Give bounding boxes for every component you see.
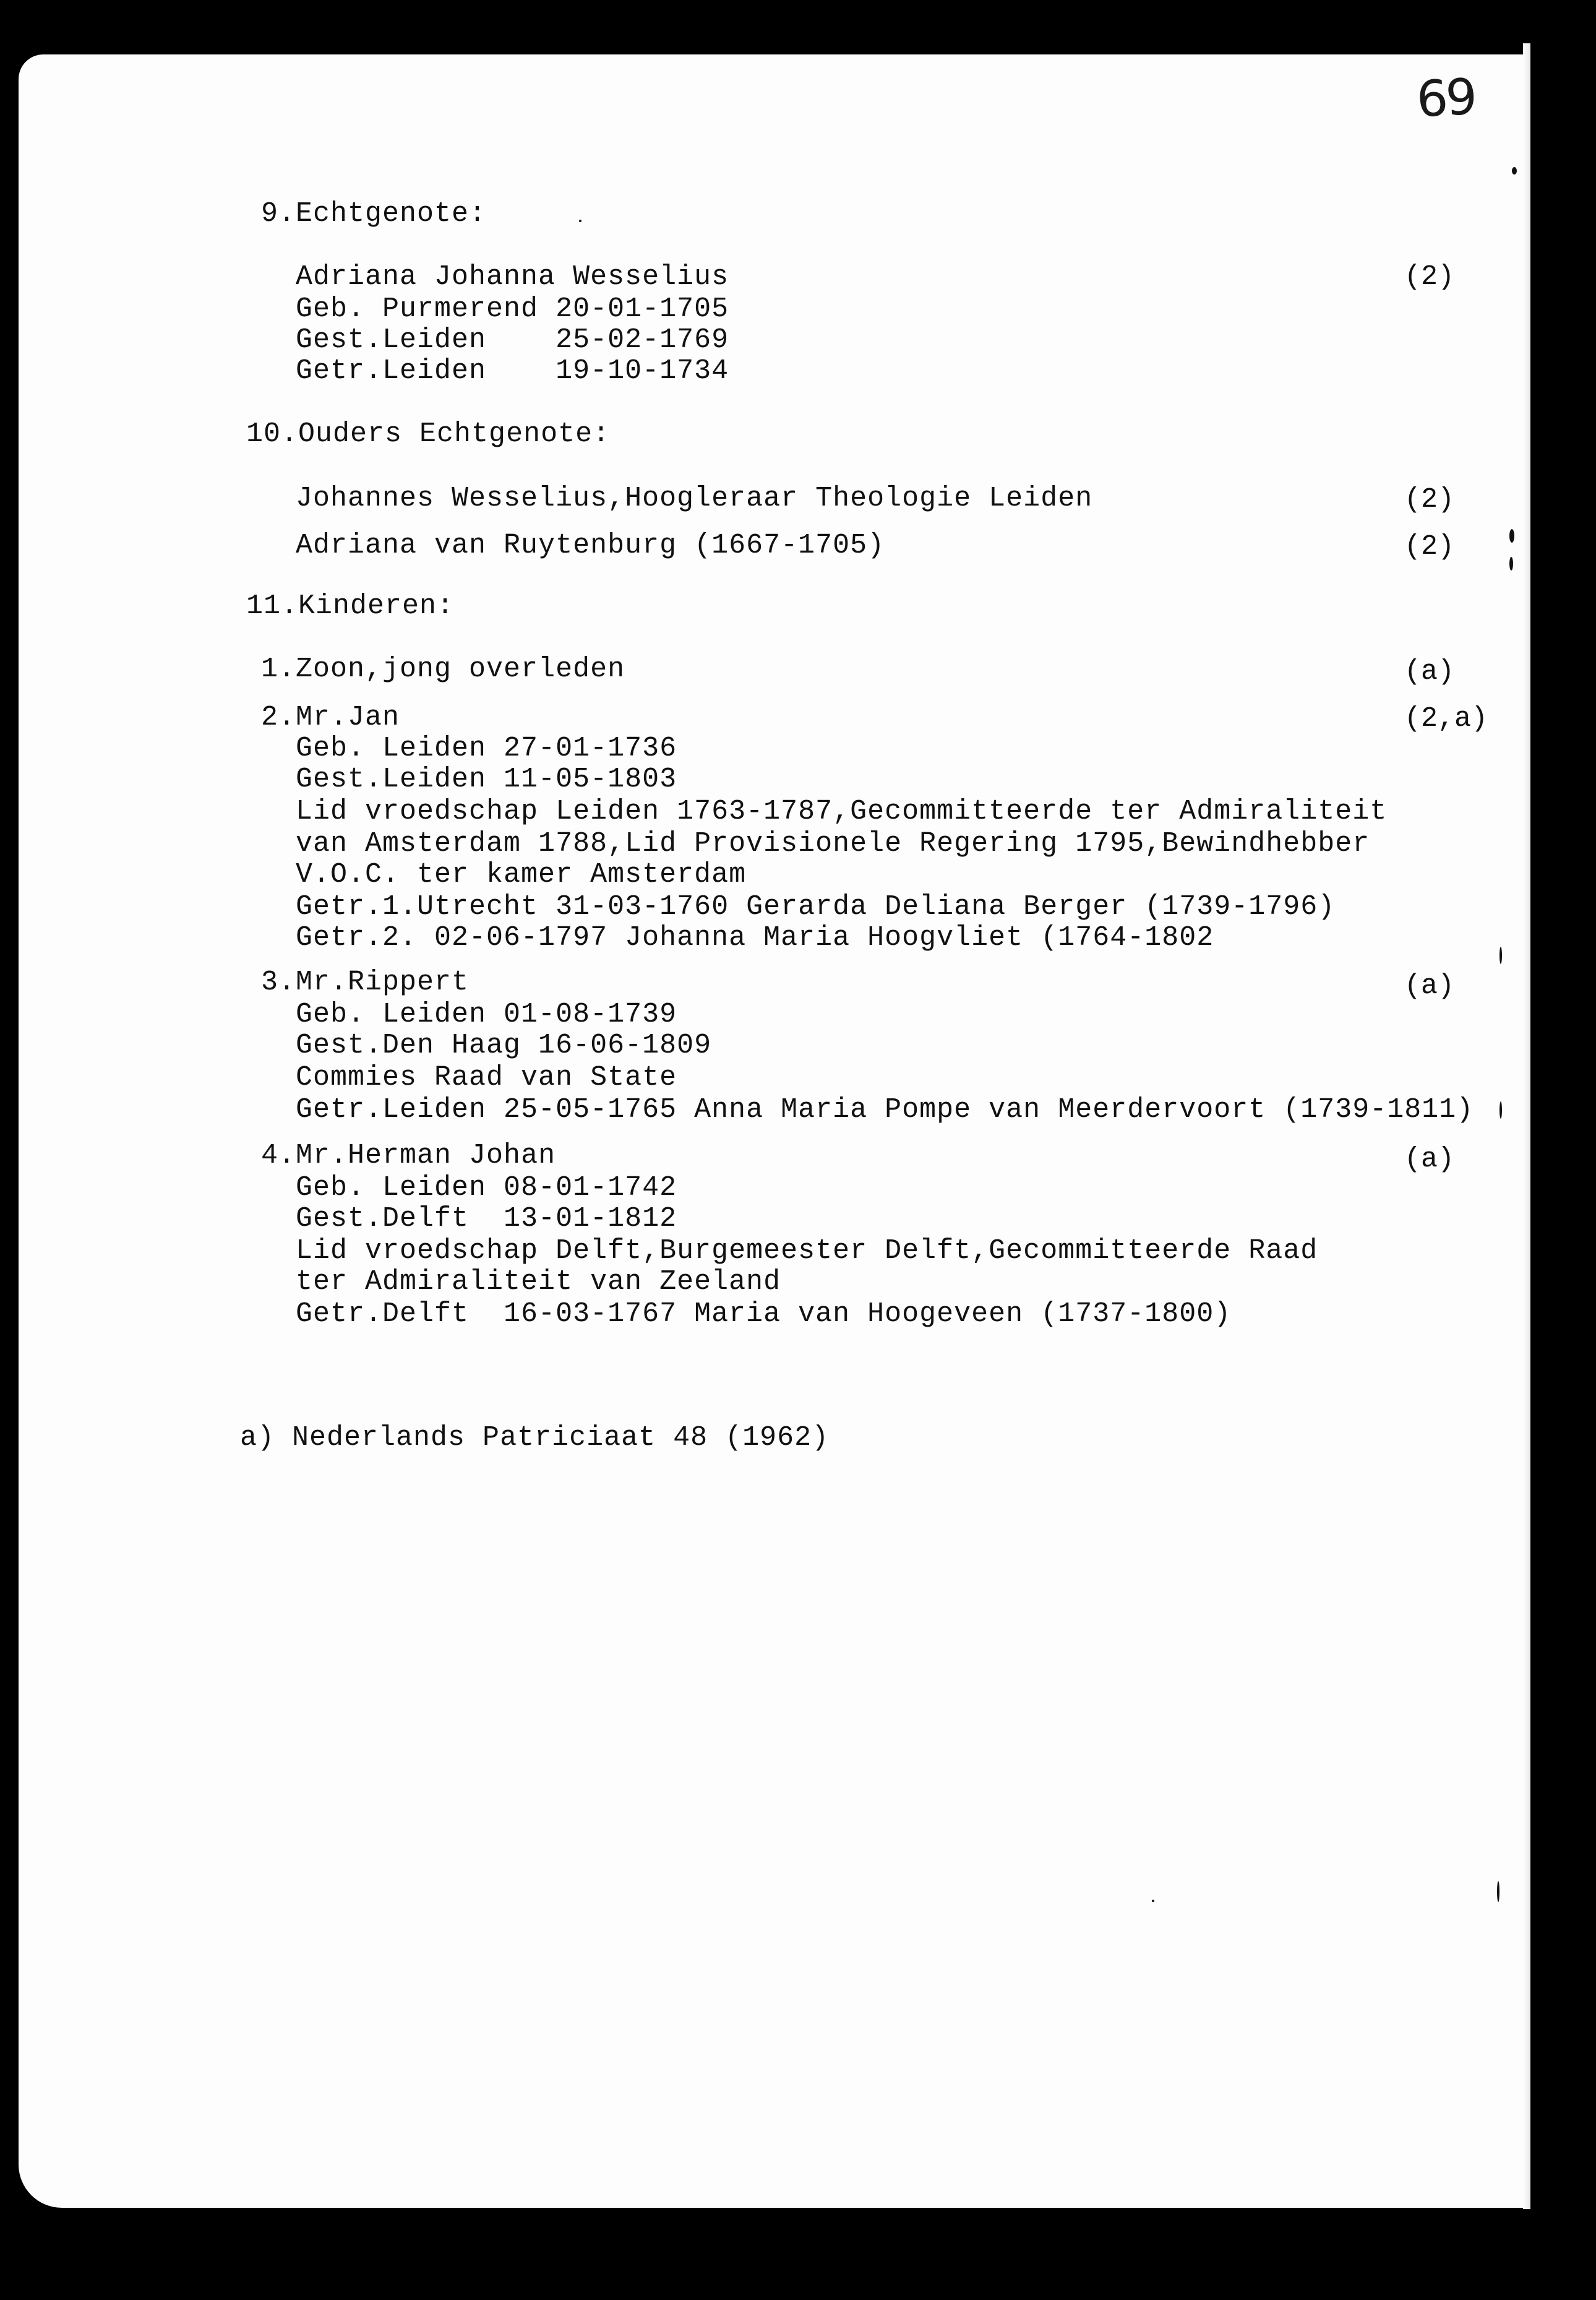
scan-speck [579, 220, 581, 222]
child-2-ref: (2,a) [1404, 703, 1488, 734]
parent-mother: Adriana van Ruytenburg (1667-1705) [296, 530, 885, 561]
child-2-line: Gest.Leiden 11-05-1803 [296, 764, 677, 795]
handwritten-page-number: 69 [1415, 67, 1477, 129]
section-heading-children: 11.Kinderen: [246, 590, 455, 622]
scan-border-right [1523, 43, 1530, 2209]
scan-speck [1512, 167, 1517, 174]
child-2-line: Getr.1.Utrecht 31-03-1760 Gerarda Delian… [296, 891, 1336, 923]
child-3-title: 3.Mr.Rippert [261, 967, 470, 998]
parent-father-ref: (2) [1404, 484, 1455, 515]
child-3-line: Getr.Leiden 25-05-1765 Anna Maria Pompe … [296, 1094, 1474, 1126]
child-4-line: ter Admiraliteit van Zeeland [296, 1266, 781, 1298]
parent-father: Johannes Wesselius,Hoogleraar Theologie … [296, 483, 1093, 514]
spouse-died: Gest.Leiden 25-02-1769 [296, 324, 729, 356]
spouse-source-ref: (2) [1404, 261, 1455, 293]
child-4-ref: (a) [1404, 1144, 1455, 1175]
scan-speck [1499, 947, 1502, 964]
child-3-line: Commies Raad van State [296, 1062, 677, 1093]
parent-mother-ref: (2) [1404, 531, 1455, 562]
child-1-ref: (a) [1404, 656, 1455, 687]
child-2-title: 2.Mr.Jan [261, 702, 400, 733]
scan-speck [1152, 1900, 1154, 1902]
spouse-name: Adriana Johanna Wesselius [296, 261, 729, 293]
child-2-line: Getr.2. 02-06-1797 Johanna Maria Hoogvli… [296, 922, 1214, 954]
child-1-title: 1.Zoon,jong overleden [261, 653, 625, 685]
scan-speck [1509, 529, 1514, 543]
section-heading-spouse: 9.Echtgenote: [261, 198, 487, 230]
child-2-line: Lid vroedschap Leiden 1763-1787,Gecommit… [296, 796, 1388, 827]
scan-speck [1497, 1881, 1499, 1902]
child-2-line: V.O.C. ter kamer Amsterdam [296, 859, 747, 890]
section-heading-parents: 10.Ouders Echtgenote: [246, 418, 611, 450]
scan-speck [1509, 557, 1513, 571]
document-page [19, 54, 1523, 2208]
spouse-born: Geb. Purmerend 20-01-1705 [296, 293, 729, 325]
child-4-title: 4.Mr.Herman Johan [261, 1140, 556, 1171]
child-2-line: Geb. Leiden 27-01-1736 [296, 733, 677, 764]
scan-speck [1499, 1101, 1502, 1119]
child-3-ref: (a) [1404, 970, 1455, 1002]
child-3-line: Geb. Leiden 01-08-1739 [296, 999, 677, 1030]
spouse-married: Getr.Leiden 19-10-1734 [296, 355, 729, 387]
footnote: a) Nederlands Patriciaat 48 (1962) [240, 1422, 830, 1454]
child-4-line: Lid vroedschap Delft,Burgemeester Delft,… [296, 1235, 1318, 1267]
child-4-line: Getr.Delft 16-03-1767 Maria van Hoogevee… [296, 1298, 1232, 1330]
child-3-line: Gest.Den Haag 16-06-1809 [296, 1030, 712, 1061]
child-2-line: van Amsterdam 1788,Lid Provisionele Rege… [296, 828, 1370, 859]
child-4-line: Geb. Leiden 08-01-1742 [296, 1172, 677, 1204]
child-4-line: Gest.Delft 13-01-1812 [296, 1203, 677, 1234]
